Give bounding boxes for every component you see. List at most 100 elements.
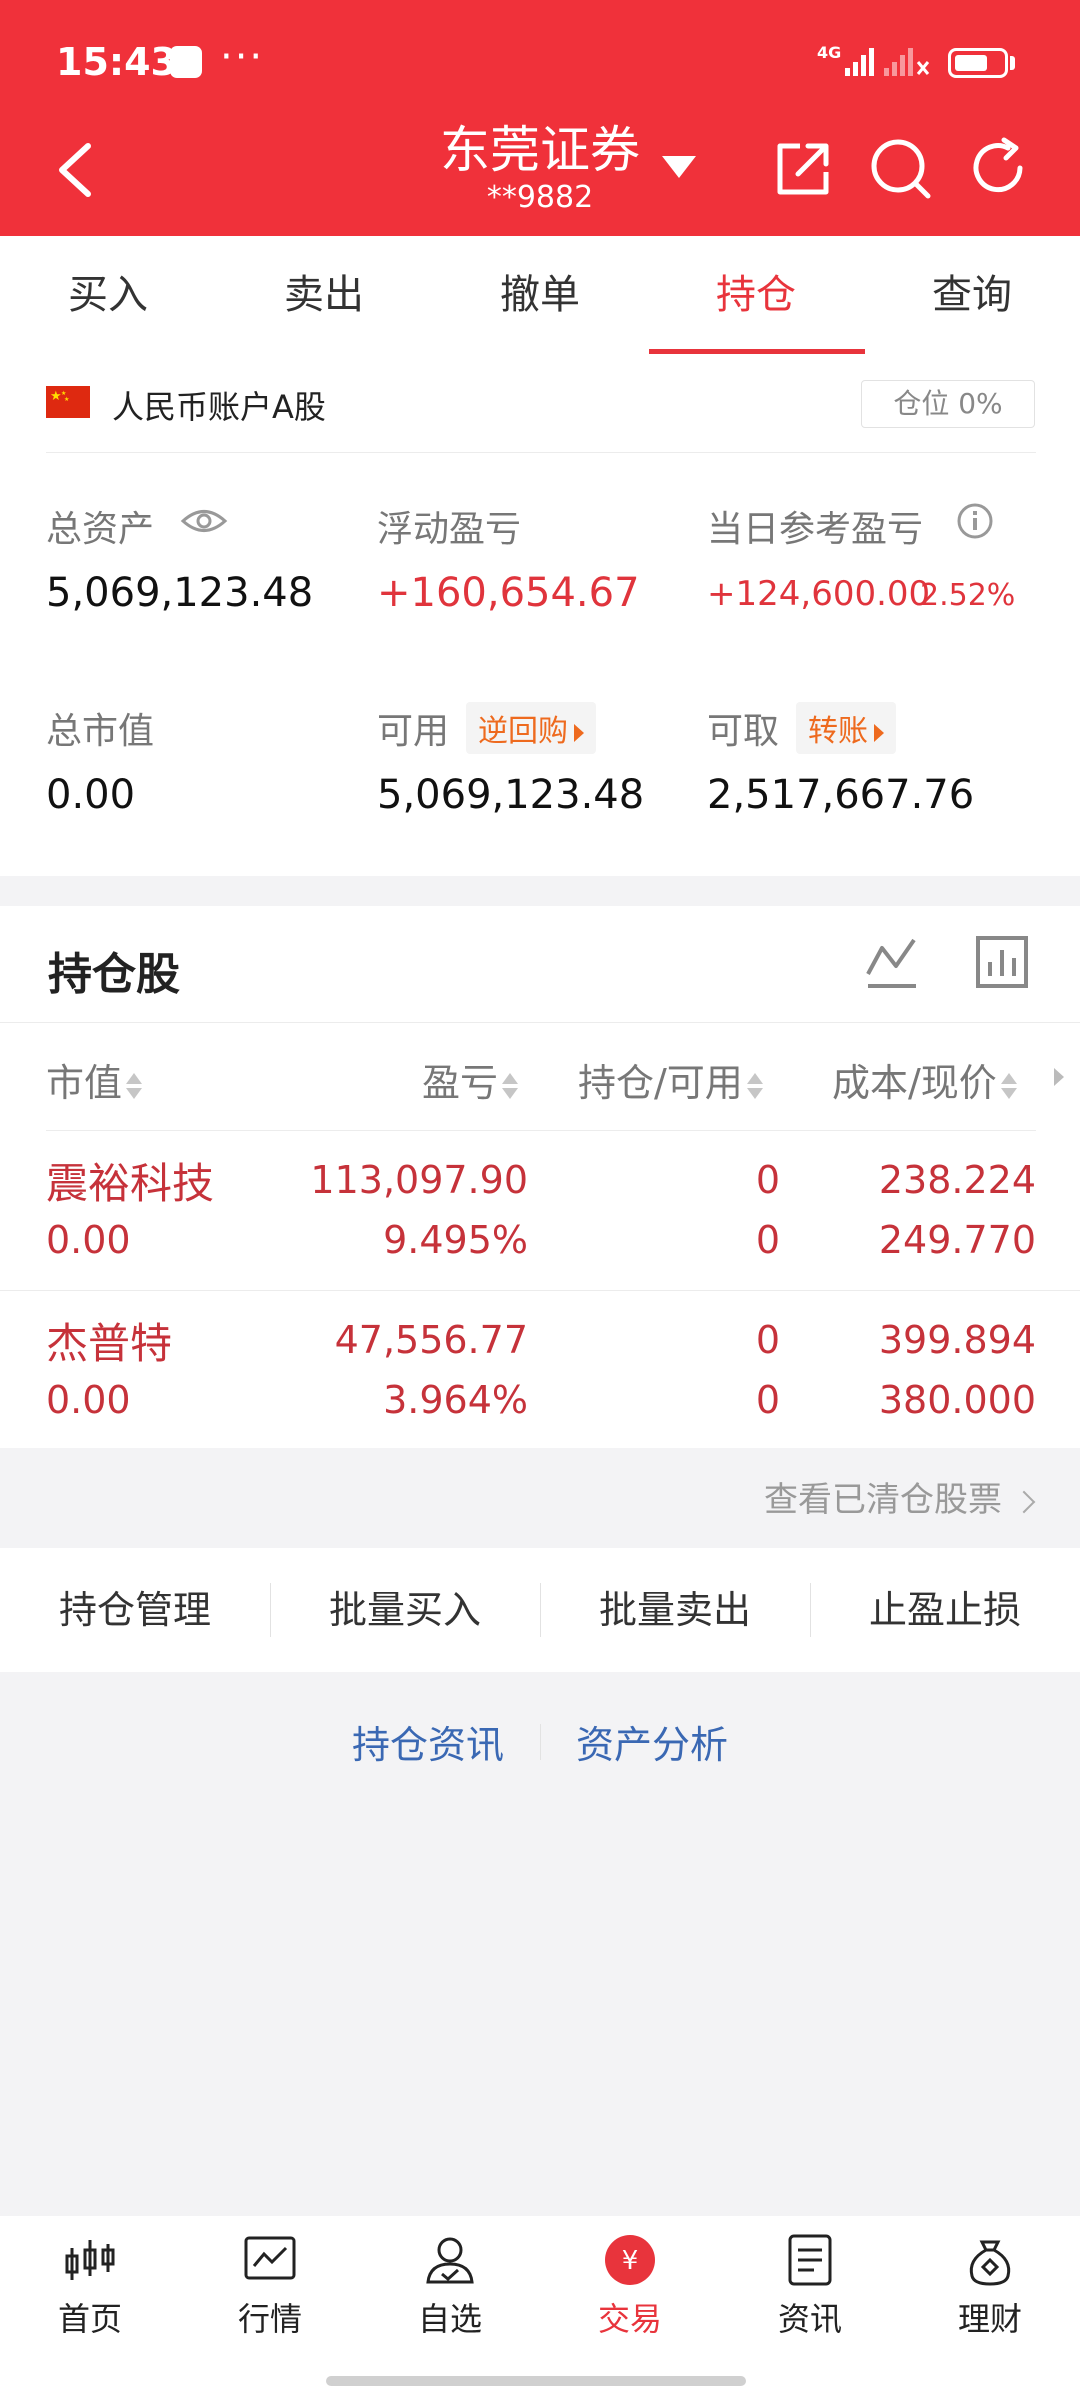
sort-icon: [126, 1071, 143, 1101]
column-header-label: 成本/现价: [832, 1061, 997, 1105]
divider: [270, 1583, 271, 1637]
stock-name: 震裕科技: [46, 1159, 215, 1208]
daily-pnl-label: 当日参考盈亏: [707, 509, 924, 550]
position-news-link[interactable]: 持仓资讯: [352, 1714, 504, 1769]
search-icon[interactable]: [868, 136, 934, 202]
asset-analysis-link[interactable]: 资产分析: [576, 1714, 728, 1769]
stock-market-value: 0.00: [46, 1378, 131, 1422]
trend-chart-icon: [244, 2236, 296, 2280]
total-assets-label: 总资产: [46, 509, 155, 550]
stock-cost: 399.894: [878, 1318, 1036, 1362]
home-indicator[interactable]: [326, 2376, 746, 2386]
stock-position: 0: [755, 1158, 780, 1202]
nav-watchlist[interactable]: 自选: [360, 2232, 540, 2340]
daily-pnl-percent: 2.52%: [920, 578, 1016, 613]
nav-market[interactable]: 行情: [180, 2232, 360, 2340]
nav-label: 自选: [417, 2300, 482, 2338]
more-notifications-icon: ···: [220, 34, 265, 80]
stock-available: 0: [755, 1378, 780, 1422]
user-check-icon: [426, 2237, 474, 2284]
network-type-label: 4G: [817, 43, 841, 62]
chevron-right-icon: [1012, 1490, 1036, 1513]
stock-cost: 238.224: [878, 1158, 1036, 1202]
divider: [0, 1022, 1080, 1023]
column-header-label: 持仓/可用: [578, 1061, 743, 1105]
candlestick-icon: [65, 2240, 115, 2280]
svg-text:★: ★: [64, 396, 69, 403]
transfer-chip[interactable]: 转账: [796, 702, 896, 754]
scroll-right-icon[interactable]: [1054, 1068, 1064, 1086]
batch-buy-button[interactable]: 批量买入: [270, 1548, 540, 1672]
nav-wealth[interactable]: 理财: [900, 2232, 1080, 2340]
available-label: 可用: [377, 711, 450, 752]
tab-sell[interactable]: 卖出: [216, 236, 432, 354]
divider: [540, 1724, 541, 1760]
battery-tip: [1010, 56, 1015, 70]
nav-trade[interactable]: ¥ 交易: [540, 2232, 720, 2340]
refresh-icon[interactable]: [968, 136, 1032, 200]
tab-buy[interactable]: 买入: [0, 236, 216, 354]
sort-icon: [1000, 1071, 1017, 1101]
stock-pnl-percent: 9.495%: [383, 1218, 528, 1262]
money-bag-icon: [969, 2240, 1011, 2286]
position-management-button[interactable]: 持仓管理: [0, 1548, 270, 1672]
column-header-label: 市值: [46, 1061, 123, 1105]
view-cleared-stocks-link[interactable]: 查看已清仓股票: [764, 1472, 1036, 1521]
chevron-down-icon[interactable]: [662, 156, 696, 178]
column-header-market-value[interactable]: 市值: [46, 1052, 143, 1107]
signal-4g-icon: 4G: [817, 43, 874, 76]
tab-positions[interactable]: 持仓: [648, 236, 864, 354]
line-chart-icon[interactable]: [864, 934, 920, 990]
withdrawable-label: 可取: [707, 711, 780, 752]
divider: [810, 1583, 811, 1637]
nav-label: 交易: [597, 2300, 662, 2338]
tab-cancel[interactable]: 撤单: [432, 236, 648, 354]
yuan-coin-icon: ¥: [605, 2235, 655, 2285]
stock-pnl-percent: 3.964%: [383, 1378, 528, 1422]
bar-chart-icon[interactable]: [974, 934, 1030, 990]
battery-level: [955, 55, 987, 71]
nav-label: 理财: [957, 2300, 1022, 2338]
stop-loss-button[interactable]: 止盈止损: [810, 1548, 1080, 1672]
signal-sim2-icon: [884, 48, 930, 76]
nav-news[interactable]: 资讯: [720, 2232, 900, 2340]
position-ratio-badge: 仓位 0%: [861, 380, 1035, 428]
stock-pnl: 47,556.77: [334, 1318, 528, 1362]
batch-sell-button[interactable]: 批量卖出: [540, 1548, 810, 1672]
account-type-label: 人民币账户A股: [112, 388, 326, 426]
stock-available: 0: [755, 1218, 780, 1262]
sort-icon: [502, 1071, 519, 1101]
china-flag-icon: ★ ★ ★: [46, 386, 90, 418]
column-header-pnl[interactable]: 盈亏: [422, 1052, 519, 1107]
notification-icon: [170, 46, 202, 78]
nav-label: 资讯: [777, 2300, 842, 2338]
floating-pnl-label: 浮动盈亏: [377, 509, 522, 550]
document-icon: [788, 2234, 832, 2286]
reverse-repo-chip[interactable]: 逆回购: [466, 702, 596, 754]
share-icon[interactable]: [772, 138, 834, 200]
battery-icon: [948, 48, 1008, 78]
floating-pnl-value: +160,654.67: [377, 570, 640, 616]
column-header-position[interactable]: 持仓/可用: [578, 1052, 763, 1107]
holdings-title: 持仓股: [48, 949, 180, 1000]
eye-icon[interactable]: [180, 504, 228, 538]
nav-home[interactable]: 首页: [0, 2232, 180, 2340]
tab-query[interactable]: 查询: [864, 236, 1080, 354]
stock-price: 249.770: [878, 1218, 1036, 1262]
arrow-right-icon: [874, 723, 884, 742]
stock-price: 380.000: [878, 1378, 1036, 1422]
market-value-value: 0.00: [46, 772, 136, 818]
nav-label: 首页: [57, 2300, 122, 2338]
stock-name: 杰普特: [46, 1319, 173, 1368]
column-header-cost-price[interactable]: 成本/现价: [832, 1052, 1017, 1107]
daily-pnl-value: +124,600.00: [707, 574, 931, 614]
divider: [540, 1583, 541, 1637]
info-icon[interactable]: [956, 502, 994, 540]
arrow-right-icon: [574, 723, 584, 742]
svg-text:¥: ¥: [622, 2246, 639, 2276]
status-time: 15:43: [56, 40, 177, 84]
svg-text:★: ★: [50, 389, 62, 404]
view-cleared-stocks-label: 查看已清仓股票: [764, 1480, 1002, 1520]
market-value-label: 总市值: [46, 711, 155, 752]
available-value: 5,069,123.48: [377, 772, 645, 818]
